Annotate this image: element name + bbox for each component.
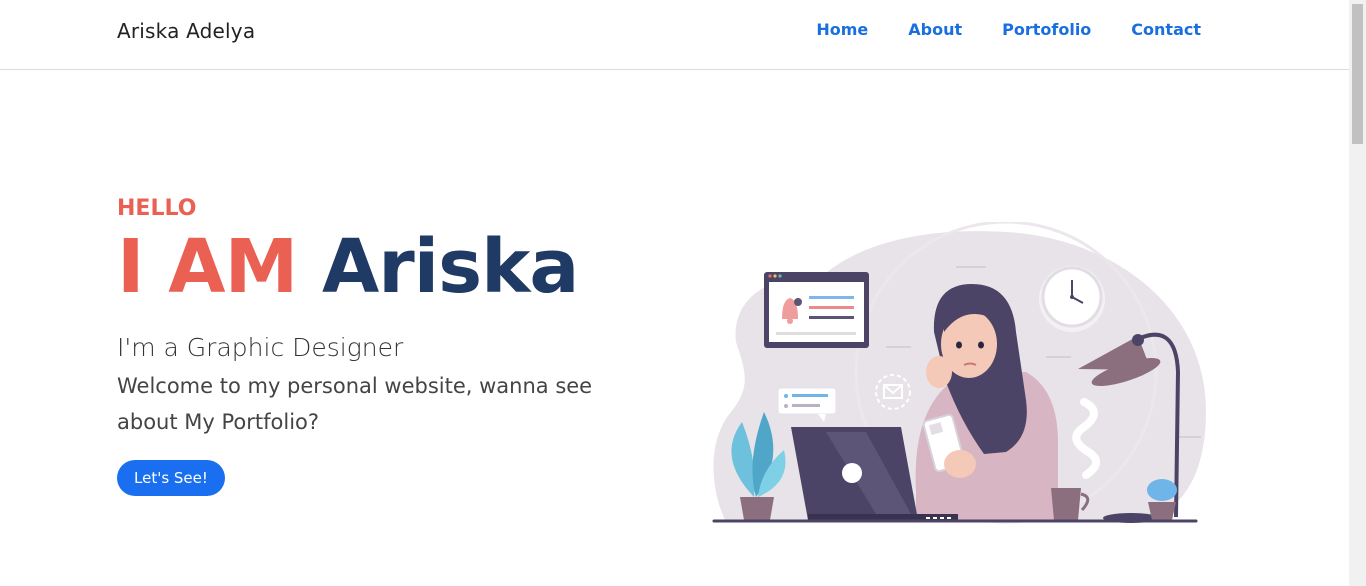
- nav-link-contact[interactable]: Contact: [1131, 20, 1201, 39]
- lets-see-button[interactable]: Let's See!: [117, 460, 225, 496]
- nav-menu: Home About Portofolio Contact: [816, 20, 1201, 39]
- nav-link-home[interactable]: Home: [816, 20, 868, 39]
- hero-role: I'm a Graphic Designer: [117, 333, 404, 362]
- hero-section: HELLO I AM Ariska I'm a Graphic Designer…: [117, 196, 677, 496]
- hero-greeting: HELLO: [117, 196, 197, 221]
- hero-illustration: [706, 220, 1216, 532]
- headline-name: Ariska: [321, 224, 579, 310]
- scrollbar-thumb[interactable]: [1352, 4, 1363, 144]
- headline-accent: I AM: [117, 224, 298, 310]
- hero-headline: I AM Ariska: [117, 227, 677, 307]
- nav-link-about[interactable]: About: [908, 20, 962, 39]
- hero-intro: Welcome to my personal website, wanna se…: [117, 374, 593, 434]
- page-scrollbar[interactable]: [1349, 0, 1366, 586]
- nav-link-portofolio[interactable]: Portofolio: [1002, 20, 1091, 39]
- brand-logo[interactable]: Ariska Adelya: [117, 19, 255, 43]
- clock-icon: [1039, 266, 1105, 332]
- browser-window-icon: [764, 272, 869, 348]
- top-navbar: Ariska Adelya Home About Portofolio Cont…: [0, 0, 1349, 70]
